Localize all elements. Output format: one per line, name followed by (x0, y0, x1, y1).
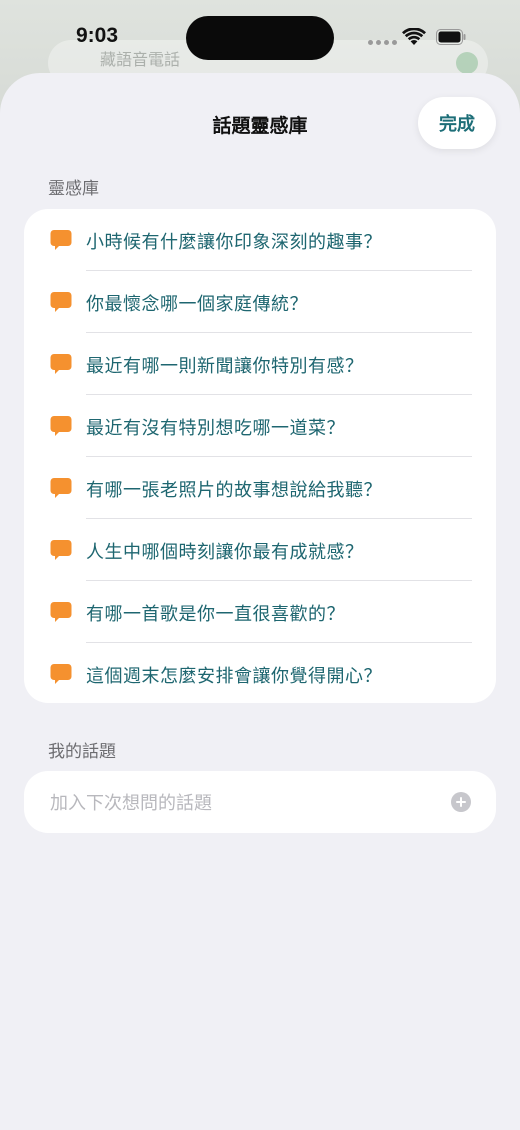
inspiration-item[interactable]: 有哪一張老照片的故事想說給我聽？ (24, 457, 496, 519)
dynamic-island (186, 16, 334, 60)
cellular-signal-icon (368, 40, 397, 45)
new-topic-input[interactable] (48, 771, 452, 835)
speech-bubble-icon (50, 230, 72, 250)
inspiration-item-label: 人生中哪個時刻讓你最有成就感？ (86, 542, 364, 563)
speech-bubble-icon (50, 292, 72, 312)
inspiration-item-label: 小時候有什麼讓你印象深刻的趣事？ (86, 232, 382, 253)
inspiration-item[interactable]: 最近有哪一則新聞讓你特別有感？ (24, 333, 496, 395)
inspiration-item[interactable]: 你最懷念哪一個家庭傳統？ (24, 271, 496, 333)
status-bar: 9:03 (0, 0, 520, 78)
done-button[interactable]: 完成 (418, 97, 496, 149)
inspiration-item-label: 有哪一張老照片的故事想說給我聽？ (86, 480, 382, 501)
speech-bubble-icon (50, 416, 72, 436)
battery-icon (436, 29, 466, 45)
inspiration-item-label: 最近有沒有特別想吃哪一道菜？ (86, 418, 345, 439)
wifi-icon (402, 28, 426, 45)
inspiration-list: 小時候有什麼讓你印象深刻的趣事？ 你最懷念哪一個家庭傳統？ 最近有哪一則新聞讓你特別… (24, 209, 496, 703)
inspiration-item[interactable]: 有哪一首歌是你一直很喜歡的？ (24, 581, 496, 643)
speech-bubble-icon (50, 664, 72, 684)
inspiration-item[interactable]: 最近有沒有特別想吃哪一道菜？ (24, 395, 496, 457)
inspiration-item-label: 有哪一首歌是你一直很喜歡的？ (86, 604, 345, 625)
inspiration-section-header: 靈感庫 (48, 179, 99, 199)
speech-bubble-icon (50, 602, 72, 622)
inspiration-item-label: 這個週末怎麼安排會讓你覺得開心？ (86, 666, 382, 687)
topic-library-sheet: 話題靈感庫 完成 靈感庫 小時候有什麼讓你印象深刻的趣事？ 你最懷念哪一個家庭傳統… (0, 73, 520, 1130)
plus-circle-icon[interactable] (451, 792, 471, 812)
inspiration-item[interactable]: 人生中哪個時刻讓你最有成就感？ (24, 519, 496, 581)
my-topics-section-header: 我的話題 (48, 742, 116, 762)
inspiration-item-label: 你最懷念哪一個家庭傳統？ (86, 294, 308, 315)
inspiration-item-label: 最近有哪一則新聞讓你特別有感？ (86, 356, 364, 377)
speech-bubble-icon (50, 540, 72, 560)
speech-bubble-icon (50, 478, 72, 498)
my-topics-card (24, 771, 496, 835)
status-time: 9:03 (76, 24, 119, 47)
inspiration-item[interactable]: 小時候有什麼讓你印象深刻的趣事？ (24, 209, 496, 271)
speech-bubble-icon (50, 354, 72, 374)
inspiration-item[interactable]: 這個週末怎麼安排會讓你覺得開心？ (24, 643, 496, 705)
